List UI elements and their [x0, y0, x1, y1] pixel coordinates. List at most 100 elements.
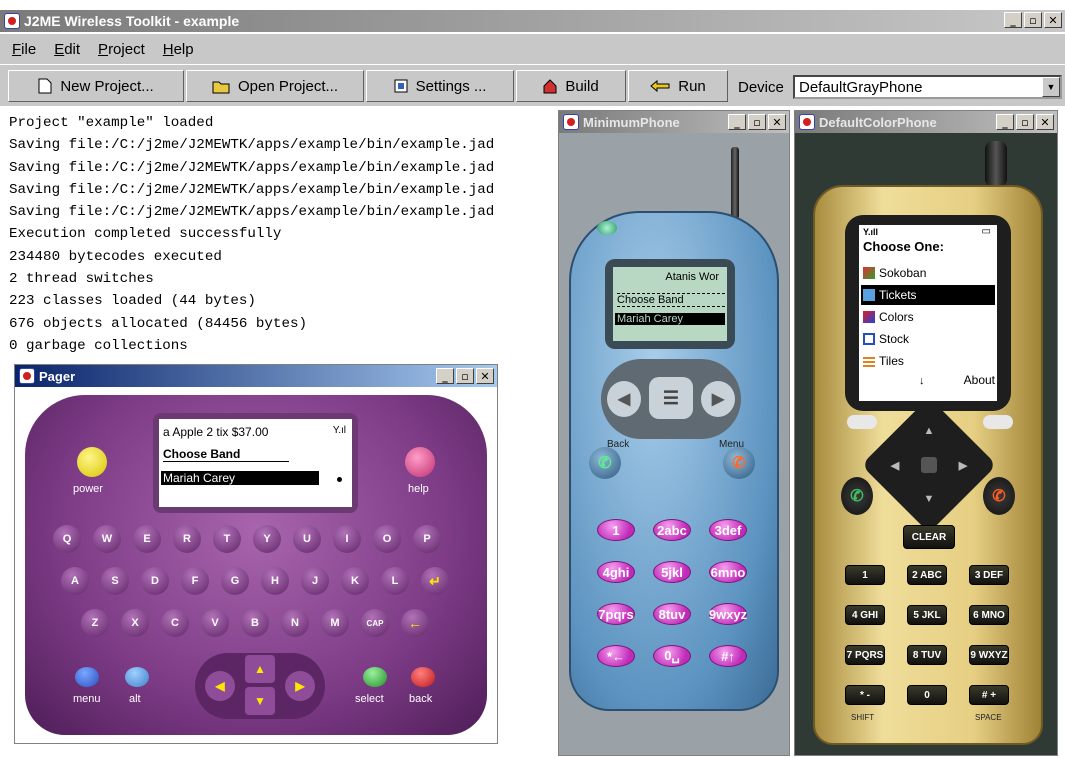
key-w[interactable]: W	[93, 525, 121, 553]
key-8[interactable]: 8 TUV	[907, 645, 947, 665]
key-z[interactable]: Z	[81, 609, 109, 637]
minimize-button[interactable]: _	[436, 368, 454, 384]
key-o[interactable]: O	[373, 525, 401, 553]
menu-edit[interactable]: Edit	[54, 41, 80, 58]
open-project-button[interactable]: Open Project...	[186, 70, 364, 102]
cap-key[interactable]: CAP	[361, 609, 389, 637]
key-6[interactable]: 6mno	[709, 561, 747, 583]
maximize-button[interactable]: ▫	[748, 114, 766, 130]
end-call-button[interactable]: ✆	[983, 477, 1015, 515]
key-3[interactable]: 3 DEF	[969, 565, 1009, 585]
close-button[interactable]: ✕	[476, 368, 494, 384]
help-button[interactable]	[405, 447, 435, 477]
key-e[interactable]: E	[133, 525, 161, 553]
list-item-selected[interactable]: Tickets	[861, 285, 995, 305]
maximize-button[interactable]: ▫	[1016, 114, 1034, 130]
backspace-key-icon[interactable]: ←	[401, 609, 429, 637]
key-t[interactable]: T	[213, 525, 241, 553]
new-project-button[interactable]: New Project...	[8, 70, 184, 102]
key-2[interactable]: 2abc	[653, 519, 691, 541]
down-arrow-icon[interactable]: ▼	[919, 489, 939, 509]
key-8[interactable]: 8tuv	[653, 603, 691, 625]
key-m[interactable]: M	[321, 609, 349, 637]
end-call-button[interactable]: ✆	[723, 447, 755, 479]
menu-button[interactable]	[75, 667, 99, 687]
call-button[interactable]: ✆	[841, 477, 873, 515]
key-c[interactable]: C	[161, 609, 189, 637]
key-p[interactable]: P	[413, 525, 441, 553]
pager-selected-row[interactable]: Mariah Carey	[161, 471, 319, 485]
power-button[interactable]	[77, 447, 107, 477]
minimize-button[interactable]: _	[728, 114, 746, 130]
key-3[interactable]: 3def	[709, 519, 747, 541]
key-1[interactable]: 1	[845, 565, 885, 585]
key-7[interactable]: 7pqrs	[597, 603, 635, 625]
select-button[interactable]	[921, 457, 937, 473]
key-1[interactable]: 1	[597, 519, 635, 541]
softkey-left-button[interactable]	[847, 415, 877, 429]
key-x[interactable]: X	[121, 609, 149, 637]
close-button[interactable]: ✕	[768, 114, 786, 130]
key-0[interactable]: 0	[907, 685, 947, 705]
left-arrow-icon[interactable]: ◀	[205, 671, 235, 701]
key-l[interactable]: L	[381, 567, 409, 595]
key-k[interactable]: K	[341, 567, 369, 595]
key-hash[interactable]: # +	[969, 685, 1009, 705]
left-arrow-icon[interactable]: ◀	[885, 455, 905, 475]
key-n[interactable]: N	[281, 609, 309, 637]
key-5[interactable]: 5 JKL	[907, 605, 947, 625]
key-q[interactable]: Q	[53, 525, 81, 553]
key-g[interactable]: G	[221, 567, 249, 595]
softkey-about[interactable]: About	[964, 373, 995, 387]
key-v[interactable]: V	[201, 609, 229, 637]
key-d[interactable]: D	[141, 567, 169, 595]
right-arrow-icon[interactable]: ▶	[953, 455, 973, 475]
key-4[interactable]: 4 GHI	[845, 605, 885, 625]
enter-key-icon[interactable]: ↵	[421, 567, 449, 595]
key-4[interactable]: 4ghi	[597, 561, 635, 583]
menu-help[interactable]: Help	[163, 41, 194, 58]
clear-button[interactable]: CLEAR	[903, 525, 955, 549]
call-button[interactable]: ✆	[589, 447, 621, 479]
device-select[interactable]: DefaultGrayPhone ▼	[793, 75, 1062, 99]
list-item[interactable]: Stock	[861, 329, 995, 349]
key-r[interactable]: R	[173, 525, 201, 553]
list-item[interactable]: Sokoban	[861, 263, 995, 283]
maximize-button[interactable]: ▫	[1024, 12, 1042, 28]
alt-button[interactable]	[125, 667, 149, 687]
select-button[interactable]	[363, 667, 387, 687]
key-hash[interactable]: #↑	[709, 645, 747, 667]
key-u[interactable]: U	[293, 525, 321, 553]
menu-project[interactable]: Project	[98, 41, 145, 58]
down-arrow-icon[interactable]: ▼	[245, 687, 275, 715]
key-6[interactable]: 6 MNO	[969, 605, 1009, 625]
key-a[interactable]: A	[61, 567, 89, 595]
key-j[interactable]: J	[301, 567, 329, 595]
screen-selected-row[interactable]: Mariah Carey	[615, 313, 725, 325]
key-9[interactable]: 9wxyz	[709, 603, 747, 625]
right-arrow-icon[interactable]: ▶	[285, 671, 315, 701]
key-f[interactable]: F	[181, 567, 209, 595]
list-item[interactable]: Tiles	[861, 351, 995, 371]
key-star[interactable]: *←	[597, 645, 635, 667]
list-item[interactable]: Colors	[861, 307, 995, 327]
key-h[interactable]: H	[261, 567, 289, 595]
left-arrow-icon[interactable]: ◀	[607, 381, 641, 417]
select-menu-icon[interactable]: ☰	[649, 377, 693, 419]
settings-button[interactable]: Settings ...	[366, 70, 514, 102]
close-button[interactable]: ✕	[1036, 114, 1054, 130]
key-s[interactable]: S	[101, 567, 129, 595]
dropdown-arrow-icon[interactable]: ▼	[1042, 77, 1060, 97]
minimize-button[interactable]: _	[1004, 12, 1022, 28]
right-arrow-icon[interactable]: ▶	[701, 381, 735, 417]
key-9[interactable]: 9 WXYZ	[969, 645, 1009, 665]
up-arrow-icon[interactable]: ▲	[245, 655, 275, 683]
menu-file[interactable]: File	[12, 41, 36, 58]
back-button[interactable]	[411, 667, 435, 687]
key-7[interactable]: 7 PQRS	[845, 645, 885, 665]
run-button[interactable]: Run	[628, 70, 728, 102]
build-button[interactable]: Build	[516, 70, 626, 102]
key-0[interactable]: 0␣	[653, 645, 691, 667]
up-arrow-icon[interactable]: ▲	[919, 421, 939, 441]
key-star[interactable]: * -	[845, 685, 885, 705]
